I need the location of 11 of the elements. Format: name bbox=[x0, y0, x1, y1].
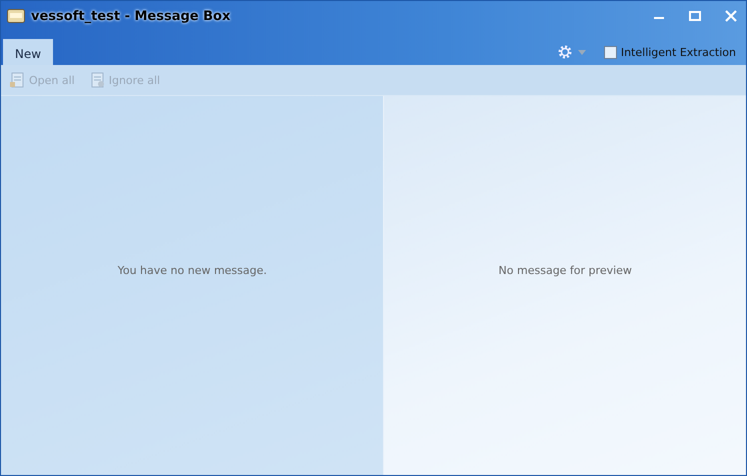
tab[interactable]: New bbox=[3, 39, 53, 65]
empty-preview: No message for preview bbox=[498, 264, 632, 277]
window-title: vessoft_test - Message Box bbox=[31, 8, 232, 24]
app-icon bbox=[7, 9, 25, 23]
settings-icon[interactable] bbox=[558, 45, 572, 59]
maximize-icon[interactable] bbox=[689, 11, 701, 21]
close-icon[interactable] bbox=[725, 10, 737, 22]
empty-message: You have no new message. bbox=[118, 264, 267, 277]
checkbox[interactable] bbox=[604, 46, 617, 58]
checkbox-label: Intelligent Extraction bbox=[620, 46, 736, 58]
document-icon bbox=[88, 72, 105, 88]
